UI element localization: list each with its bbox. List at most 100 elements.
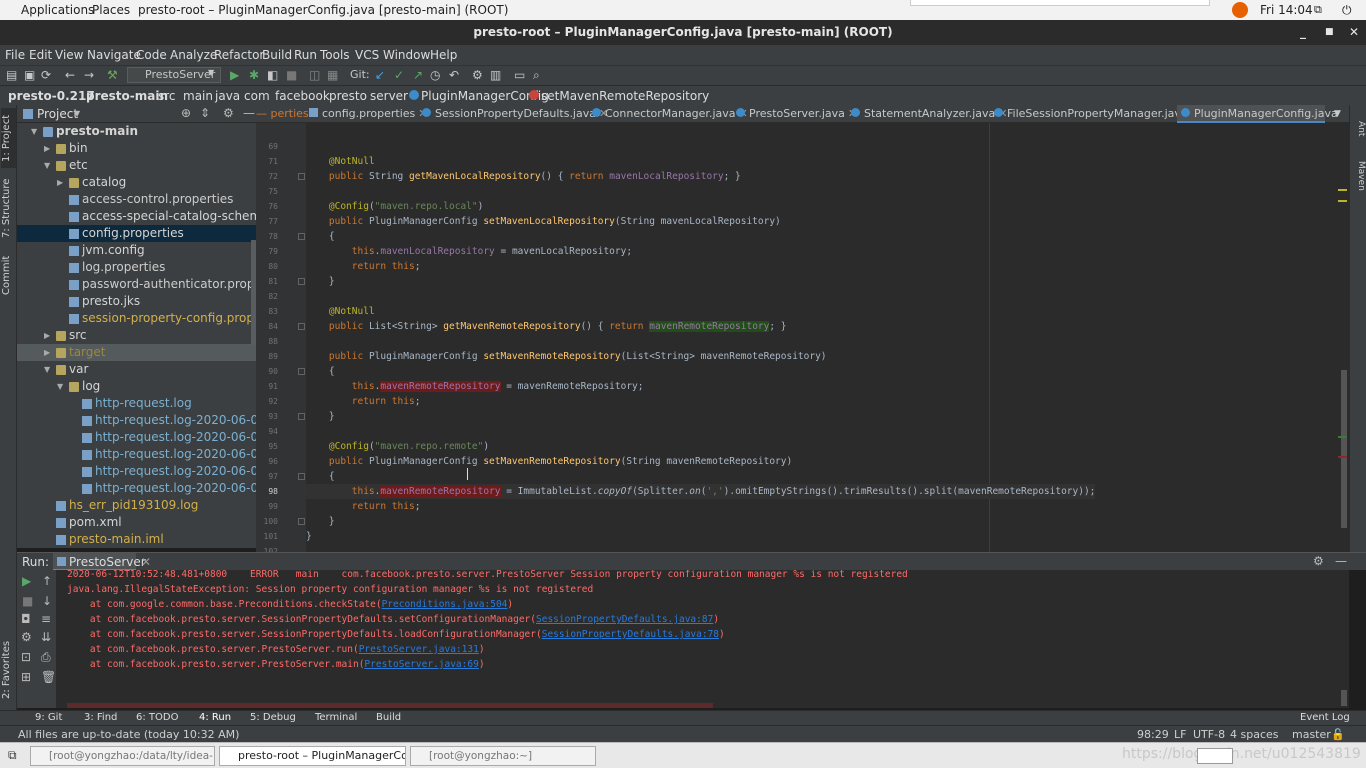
run-icon[interactable]: ▶ — [230, 68, 239, 82]
delete-icon[interactable]: 🗑 — [41, 670, 56, 684]
tool-window-structure[interactable]: 7: Structure — [1, 175, 16, 241]
scroll-to-end-icon[interactable]: ⇊ — [41, 630, 51, 644]
stop-icon[interactable]: ■ — [22, 594, 33, 608]
stacktrace-link[interactable]: Preconditions.java:504 — [382, 599, 508, 610]
fold-marker-icon[interactable] — [298, 233, 305, 240]
breadcrumb-item[interactable]: presto — [329, 89, 367, 103]
breadcrumb-item[interactable]: setMavenRemoteRepository — [541, 89, 709, 103]
layout-icon[interactable]: ▦ — [327, 68, 338, 82]
run-tab-presto-server[interactable]: PrestoServer — [53, 553, 146, 571]
project-view-selector[interactable]: Project — [37, 107, 78, 121]
tab-plugin-manager-config[interactable]: PluginManagerConfig.java — [1177, 105, 1338, 123]
tab-file-session-property-manager[interactable]: FileSessionPropertyManager.java✕ — [994, 105, 1200, 123]
console-scrollbar[interactable] — [1341, 690, 1347, 706]
fold-marker-icon[interactable] — [298, 368, 305, 375]
tree-item[interactable]: log.properties — [17, 259, 256, 276]
lock-icon[interactable]: 🔓 — [1331, 728, 1345, 741]
git-update-icon[interactable]: ↙ — [375, 68, 385, 82]
taskbar-item[interactable]: [root@yongzhao:~] — [410, 746, 596, 766]
line-separator[interactable]: LF — [1174, 728, 1186, 741]
expanded-arrow-icon[interactable]: ▼ — [44, 157, 50, 174]
tab-statement-analyzer[interactable]: StatementAnalyzer.java ✕ — [851, 105, 1008, 123]
tree-item[interactable]: ▶ src — [17, 327, 256, 344]
fold-marker-icon[interactable] — [298, 473, 305, 480]
workspace-switcher[interactable] — [1197, 748, 1233, 764]
tab-connector-manager[interactable]: ConnectorManager.java✕ — [592, 105, 748, 123]
rerun-icon[interactable]: ▶ — [22, 574, 31, 588]
tree-item[interactable]: session-property-config.properties — [17, 310, 256, 327]
tree-item[interactable]: ▶ catalog — [17, 174, 256, 191]
run-console[interactable]: 2020-06-12T10:52:48.481+0800 ERROR main … — [57, 570, 1349, 708]
minimize-icon[interactable]: _ — [1300, 20, 1306, 45]
tree-item[interactable]: jvm.config — [17, 242, 256, 259]
tab-overflow-icon[interactable]: ▼ — [1334, 105, 1341, 123]
network-icon[interactable]: ⧉ — [1314, 3, 1322, 17]
tree-item[interactable]: ▼ presto-main — [17, 123, 256, 140]
breadcrumb-item[interactable]: presto-main — [86, 89, 168, 103]
build-hammer-icon[interactable]: ⚒ — [107, 68, 118, 82]
close-tab-icon[interactable]: ✕ — [141, 555, 151, 569]
tool-tab-build[interactable]: Build — [376, 712, 401, 723]
tab-config-properties[interactable]: config.properties✕ — [309, 105, 428, 123]
fold-marker-icon[interactable] — [298, 518, 305, 525]
git-commit-icon[interactable]: ✓ — [394, 68, 404, 82]
sync-icon[interactable]: ⟳ — [41, 68, 51, 82]
tool-tab-debug[interactable]: 5: Debug — [250, 712, 296, 723]
menu-help[interactable]: Help — [430, 48, 457, 62]
menu-run[interactable]: Run — [294, 48, 317, 62]
tree-item[interactable]: access-control.properties — [17, 191, 256, 208]
taskbar-item[interactable]: presto-root – PluginManagerConfig.j... — [219, 746, 406, 766]
menu-tools[interactable]: Tools — [320, 48, 350, 62]
show-desktop-icon[interactable]: ⧉ — [8, 748, 17, 763]
tree-item[interactable]: http-request.log-2020-06-04.0.lo — [17, 463, 256, 480]
tree-item[interactable]: http-request.log-2020-06-03.0.lo — [17, 446, 256, 463]
stacktrace-link[interactable]: PrestoServer.java:69 — [364, 659, 478, 670]
activities-menu[interactable]: Applications — [21, 3, 94, 17]
settings-wrench-icon[interactable]: ⚙ — [472, 68, 483, 82]
code-editor[interactable]: @NotNull public String getMavenLocalRepo… — [306, 123, 1349, 552]
menu-edit[interactable]: Edit — [29, 48, 52, 62]
stacktrace-link[interactable]: SessionPropertyDefaults.java:78 — [542, 629, 719, 640]
stacktrace-link[interactable]: SessionPropertyDefaults.java:87 — [536, 614, 713, 625]
menu-build[interactable]: Build — [262, 48, 292, 62]
git-push-icon[interactable]: ↗ — [413, 68, 423, 82]
active-window-name[interactable]: presto-root – PluginManagerConfig.java [… — [138, 3, 508, 17]
search-icon[interactable]: ⌕ — [533, 68, 540, 83]
menu-refactor[interactable]: Refactor — [214, 48, 264, 62]
tree-item[interactable]: password-authenticator.properties — [17, 276, 256, 293]
hide-icon[interactable]: — — [1335, 554, 1347, 568]
gear-icon[interactable]: ⚙ — [223, 106, 234, 120]
history-icon[interactable]: ◷ — [430, 68, 440, 82]
fold-marker-icon[interactable] — [298, 173, 305, 180]
menu-code[interactable]: Code — [136, 48, 167, 62]
breadcrumb-item[interactable]: java — [215, 89, 240, 103]
event-log-button[interactable]: Event Log — [1300, 712, 1350, 723]
coverage-icon[interactable]: ◧ — [267, 68, 278, 82]
locate-icon[interactable]: ⊕ — [181, 106, 191, 120]
breadcrumb-item[interactable]: main — [183, 89, 213, 103]
breadcrumb-item[interactable]: src — [158, 89, 176, 103]
tool-window-maven[interactable]: Maven — [1351, 161, 1366, 191]
tree-item[interactable]: http-request.log-2020-06-02.0.lo — [17, 429, 256, 446]
hide-icon[interactable]: — — [243, 106, 255, 120]
breadcrumb-item[interactable]: presto-0.217 — [8, 89, 95, 103]
tool-window-project[interactable]: 1: Project — [1, 108, 16, 168]
firefox-icon[interactable] — [1232, 2, 1248, 18]
collapse-icon[interactable]: ⇕ — [200, 106, 210, 120]
pin-icon[interactable]: ⊞ — [21, 670, 31, 684]
fold-marker-icon[interactable] — [298, 413, 305, 420]
tree-item[interactable]: presto.jks — [17, 293, 256, 310]
project-structure-icon[interactable]: ▥ — [490, 68, 501, 82]
attach-icon[interactable]: ◫ — [309, 68, 320, 82]
tree-item[interactable]: ▼ etc — [17, 157, 256, 174]
gear-icon[interactable]: ⚙ — [1313, 554, 1324, 568]
tool-tab-todo[interactable]: 6: TODO — [136, 712, 178, 723]
tree-item[interactable]: ▼ var — [17, 361, 256, 378]
menu-file[interactable]: File — [5, 48, 25, 62]
tool-tab-run[interactable]: 4: Run — [199, 712, 231, 723]
restore-layout-icon[interactable]: ⊡ — [21, 650, 31, 664]
fold-marker-icon[interactable] — [298, 323, 305, 330]
collapsed-arrow-icon[interactable]: ▶ — [44, 140, 50, 157]
menu-analyze[interactable]: Analyze — [170, 48, 217, 62]
expanded-arrow-icon[interactable]: ▼ — [31, 123, 37, 140]
